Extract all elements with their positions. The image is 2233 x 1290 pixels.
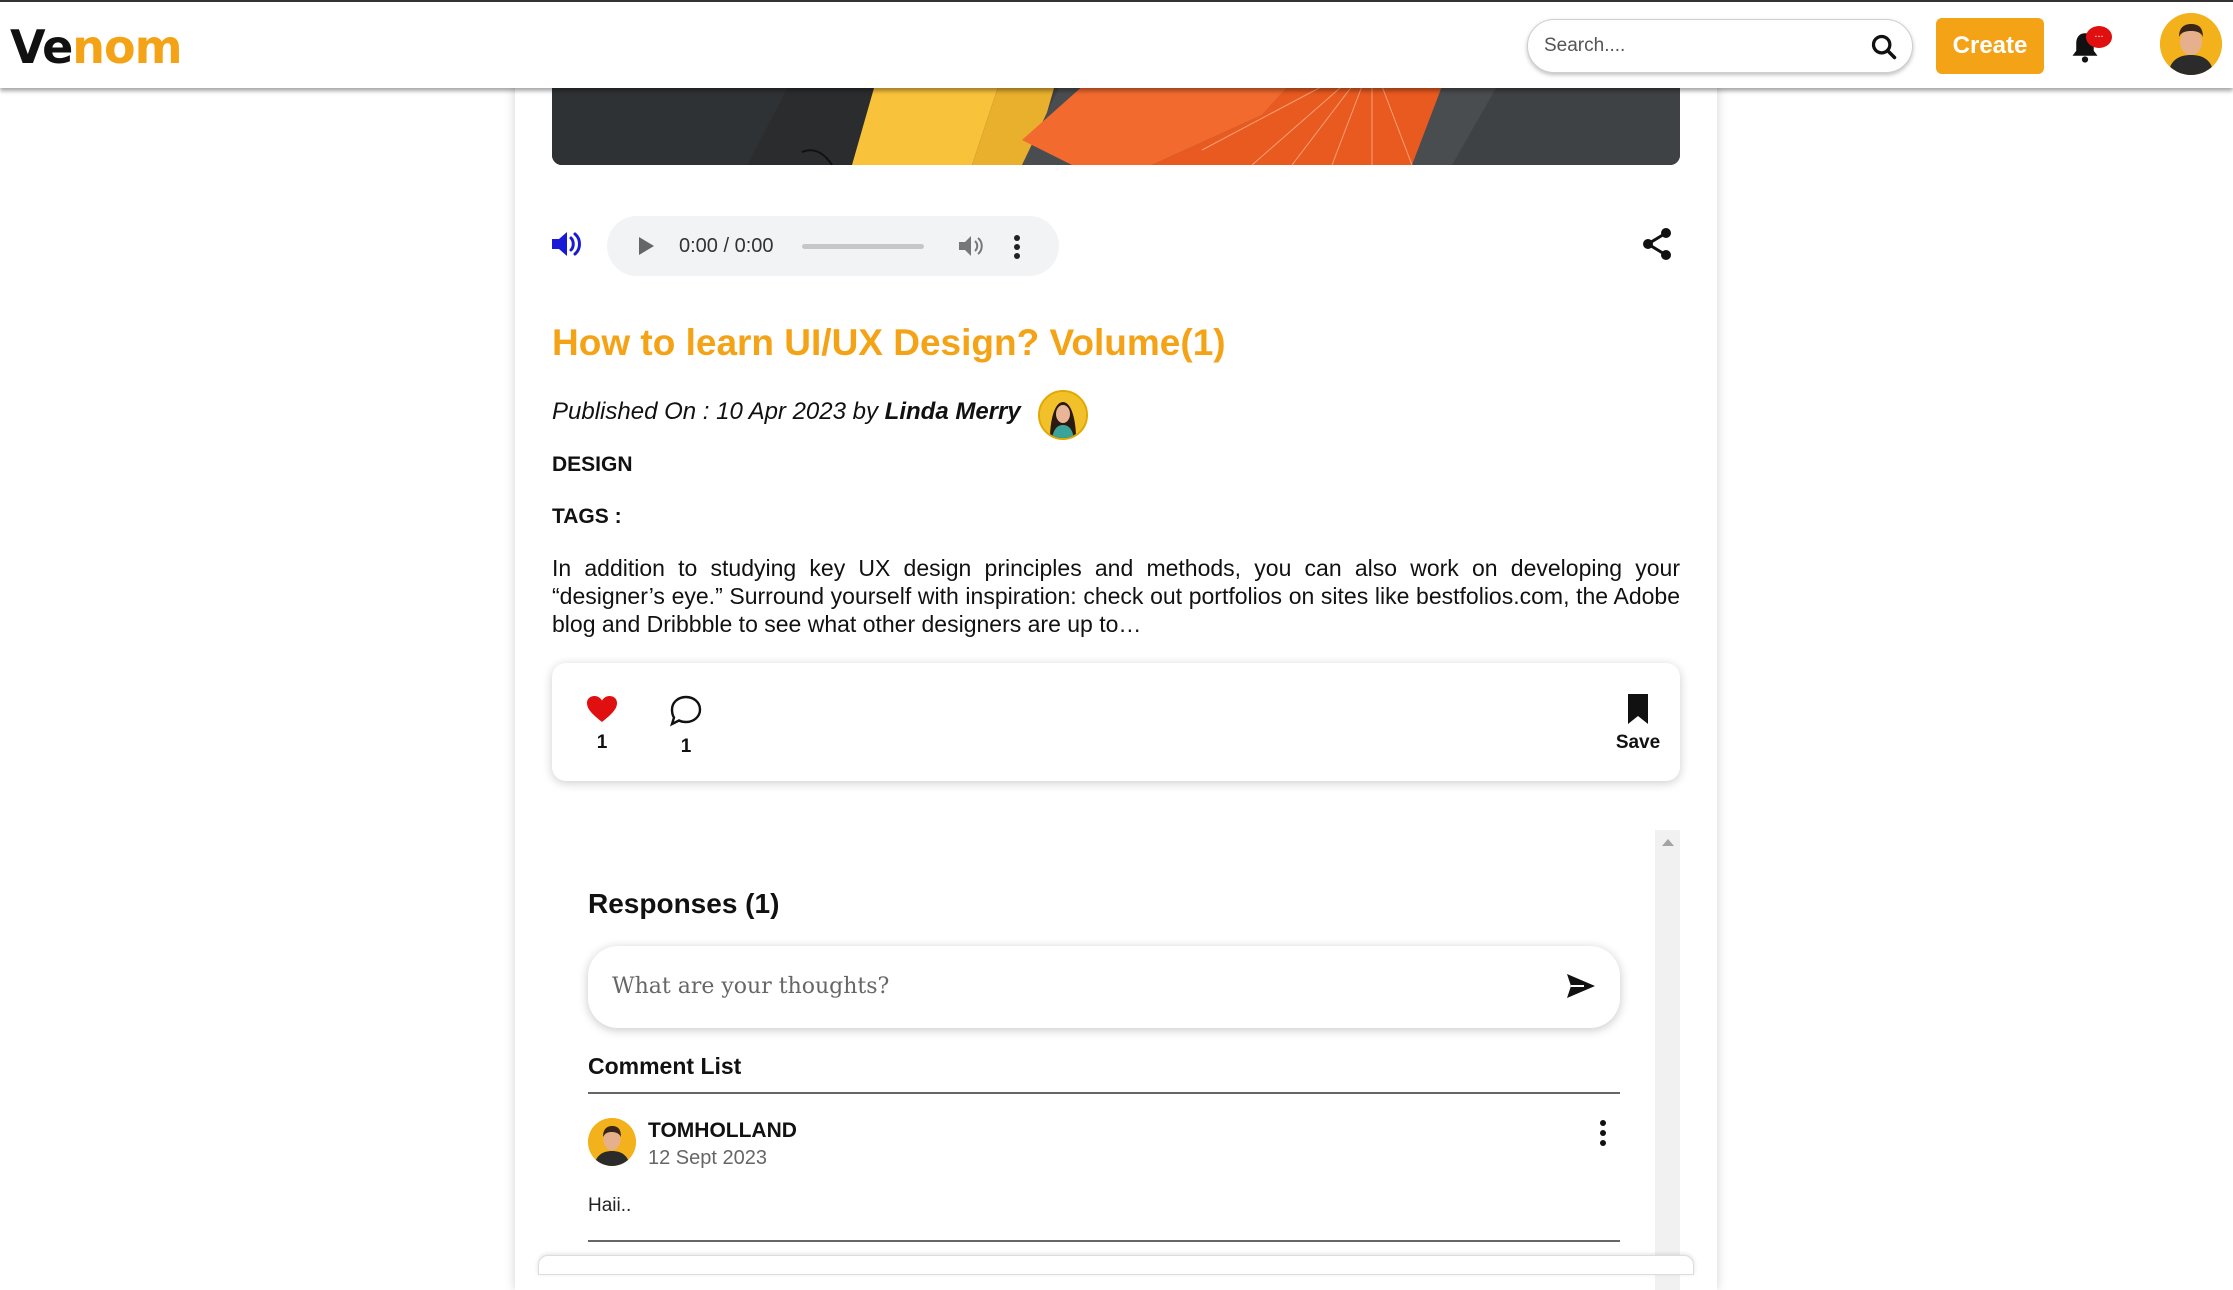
comment-avatar-image bbox=[588, 1118, 636, 1166]
comment-username[interactable]: TOMHOLLAND bbox=[648, 1119, 797, 1143]
article-meta: Published On : 10 Apr 2023 by Linda Merr… bbox=[552, 398, 1021, 426]
more-vertical-icon[interactable] bbox=[1013, 234, 1021, 260]
comment-text: Haii.. bbox=[588, 1195, 632, 1216]
comment-button[interactable]: 1 bbox=[666, 695, 706, 758]
comment-divider bbox=[588, 1240, 1620, 1242]
author-name[interactable]: Linda Merry bbox=[885, 398, 1021, 425]
avatar-image bbox=[2160, 13, 2222, 75]
logo-part1: Ve bbox=[10, 20, 73, 74]
search-icon[interactable] bbox=[1870, 33, 1898, 61]
responses-scrollbar[interactable] bbox=[1655, 830, 1680, 1290]
comment-input[interactable] bbox=[612, 966, 1512, 1006]
author-avatar[interactable] bbox=[1038, 390, 1088, 440]
send-icon[interactable] bbox=[1566, 973, 1596, 999]
heart-icon bbox=[587, 696, 617, 722]
scroll-up-arrow-icon[interactable] bbox=[1662, 839, 1674, 846]
published-date: Published On : 10 Apr 2023 by bbox=[552, 398, 885, 425]
article-body: In addition to studying key UX design pr… bbox=[552, 555, 1680, 637]
comment-input-box bbox=[588, 946, 1620, 1028]
audio-player: 0:00 / 0:00 bbox=[607, 216, 1059, 276]
responses-title: Responses (1) bbox=[588, 888, 780, 919]
logo[interactable]: Venom bbox=[10, 18, 183, 76]
article-title: How to learn UI/UX Design? Volume(1) bbox=[552, 322, 1226, 363]
comment-list-title: Comment List bbox=[588, 1053, 742, 1079]
comment-date: 12 Sept 2023 bbox=[648, 1147, 767, 1169]
volume-icon[interactable] bbox=[957, 233, 985, 259]
save-button[interactable]: Save bbox=[1608, 693, 1668, 754]
search-bar bbox=[1527, 19, 1913, 73]
speaker-icon[interactable] bbox=[550, 228, 586, 260]
author-avatar-image bbox=[1040, 392, 1086, 438]
save-label: Save bbox=[1615, 732, 1661, 753]
comment-icon bbox=[670, 695, 702, 727]
action-bar: 1 1 Save bbox=[552, 663, 1680, 781]
like-button[interactable]: 1 bbox=[582, 695, 622, 754]
create-button[interactable]: Create bbox=[1936, 18, 2044, 74]
comment-avatar[interactable] bbox=[588, 1118, 636, 1166]
notification-badge: ... bbox=[2086, 26, 2112, 48]
audio-time: 0:00 / 0:00 bbox=[679, 235, 774, 257]
logo-part2: nom bbox=[72, 20, 182, 74]
bottom-panel-edge bbox=[538, 1255, 1694, 1275]
share-icon[interactable] bbox=[1640, 226, 1674, 262]
article-category[interactable]: DESIGN bbox=[552, 453, 633, 477]
comment-more-icon[interactable] bbox=[1598, 1119, 1608, 1147]
comment-list-divider bbox=[588, 1092, 1620, 1094]
bookmark-icon bbox=[1628, 694, 1648, 724]
search-input[interactable] bbox=[1544, 28, 1864, 64]
tags-label: TAGS : bbox=[552, 505, 622, 528]
audio-progress-track[interactable] bbox=[802, 244, 924, 249]
comment-count: 1 bbox=[680, 736, 692, 757]
top-navbar: Venom Create ... bbox=[0, 0, 2233, 88]
user-avatar[interactable] bbox=[2160, 13, 2222, 75]
like-count: 1 bbox=[596, 732, 608, 753]
play-icon[interactable] bbox=[637, 236, 655, 256]
